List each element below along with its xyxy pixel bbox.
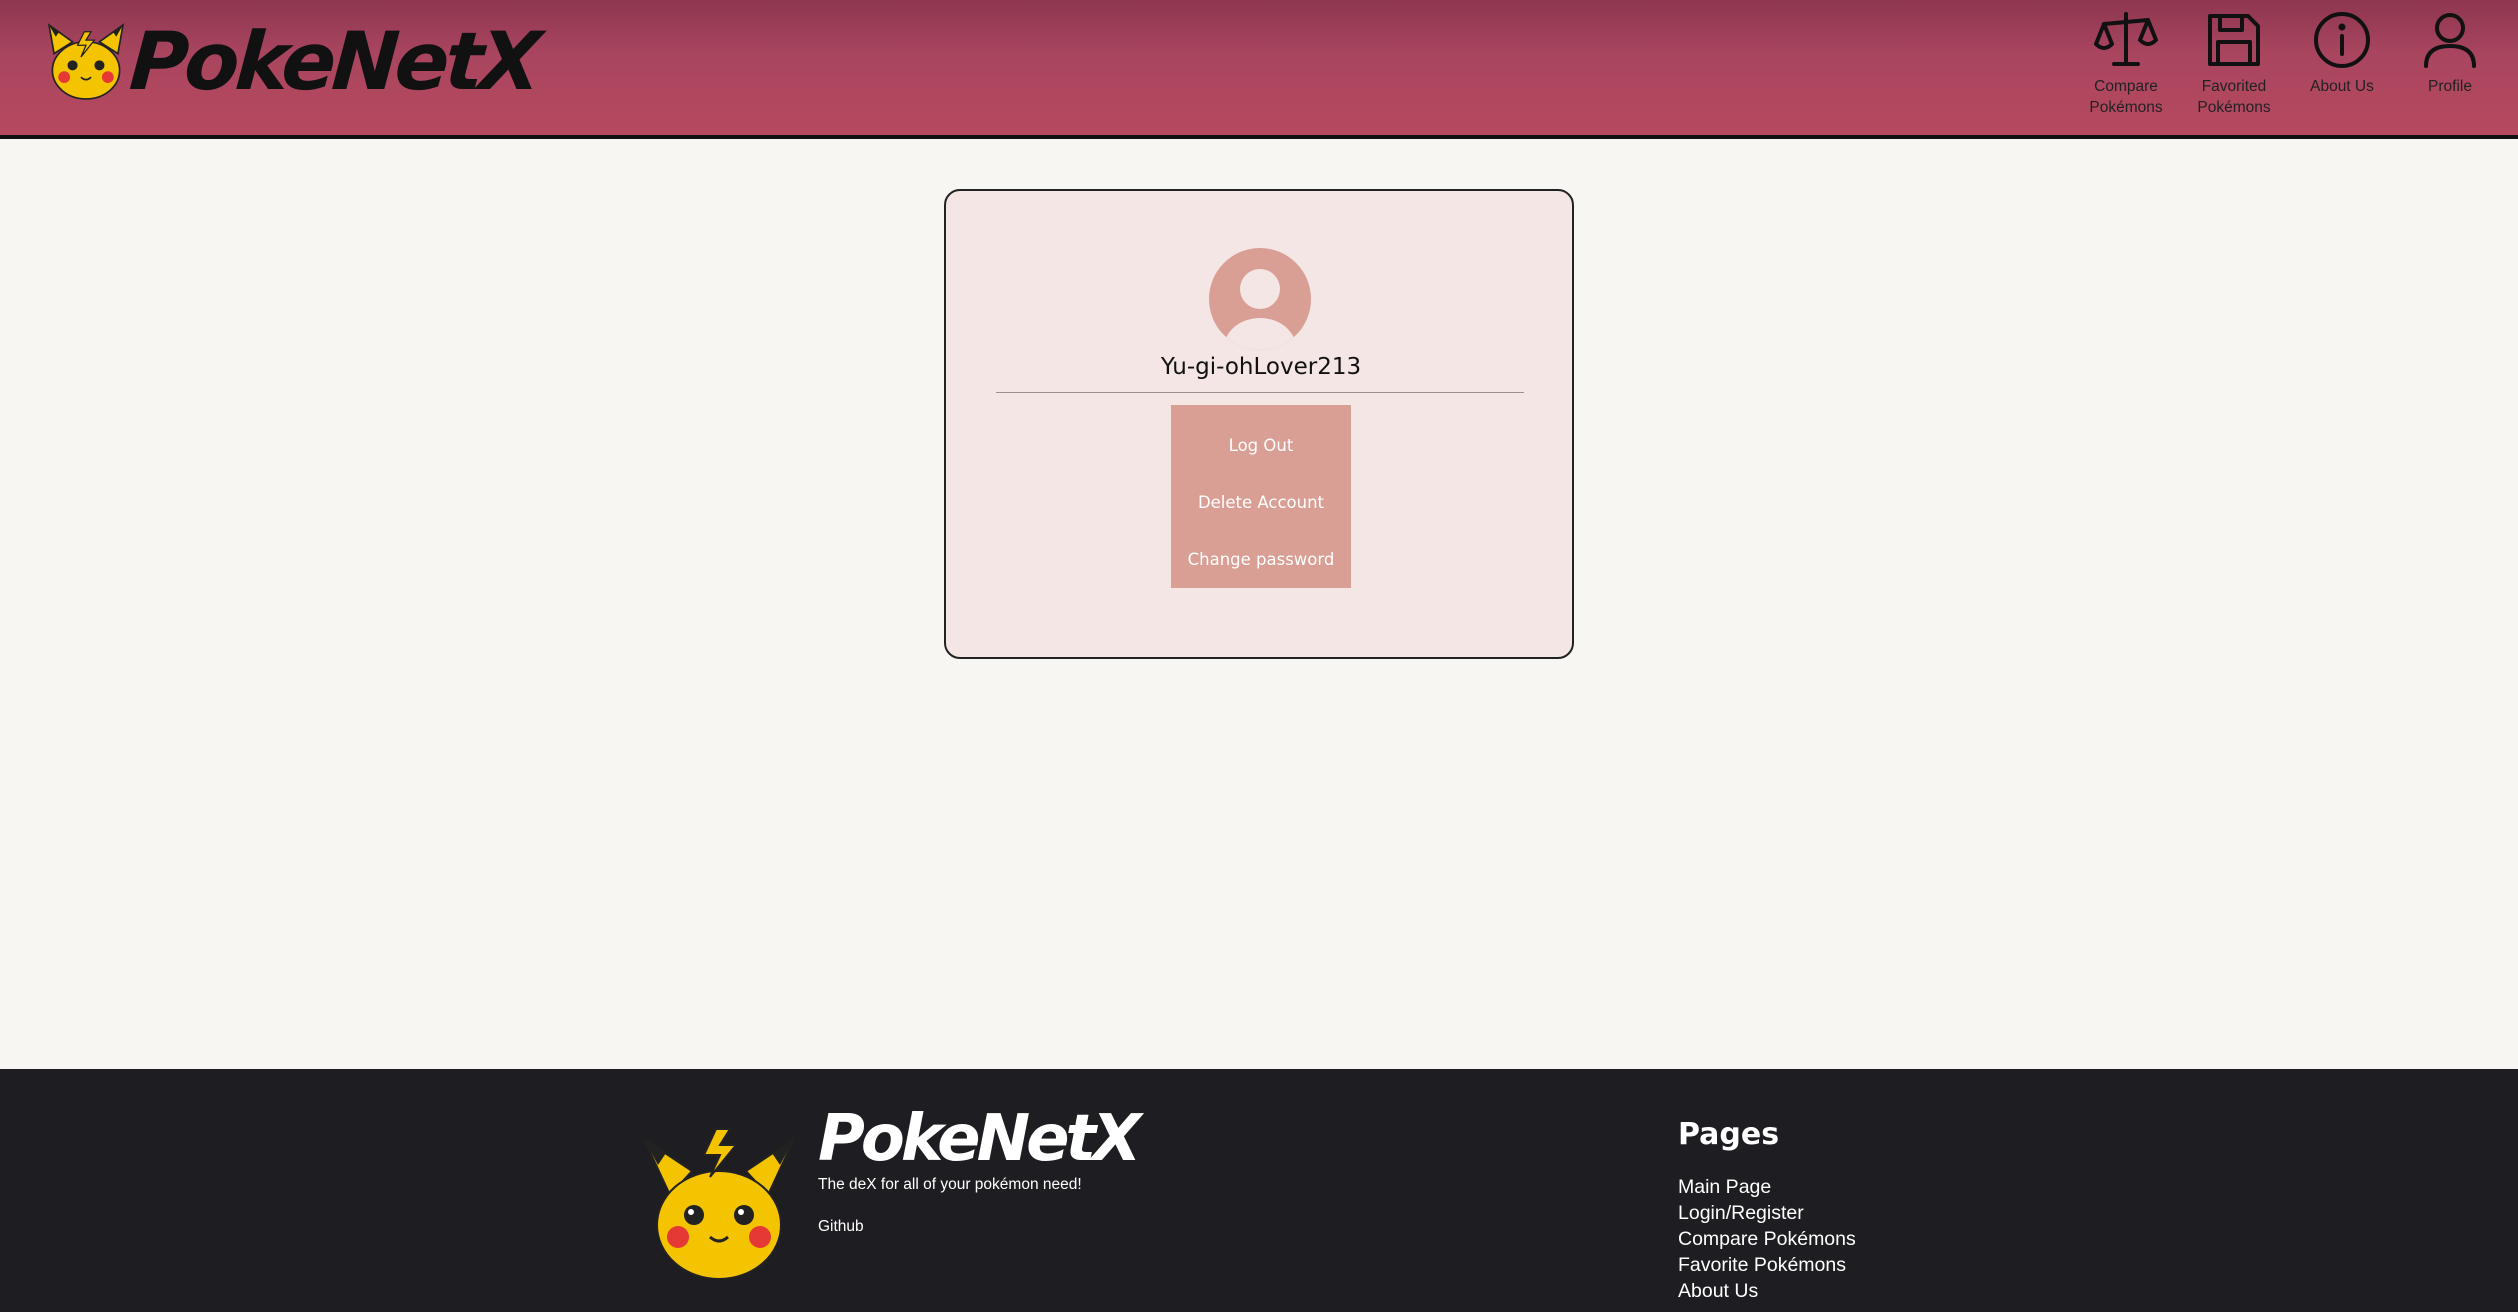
- nav-about-us[interactable]: About Us: [2288, 8, 2396, 118]
- scale-icon: [2094, 12, 2158, 66]
- footer-link-about-us[interactable]: About Us: [1678, 1278, 1856, 1304]
- footer-link-compare[interactable]: Compare Pokémons: [1678, 1226, 1856, 1252]
- footer-link-login-register[interactable]: Login/Register: [1678, 1200, 1856, 1226]
- pikachu-logo-icon: [47, 23, 125, 100]
- nav-label: About Us: [2310, 78, 2374, 95]
- profile-card: Yu-gi-ohLover213 Log Out Delete Account …: [944, 189, 1574, 659]
- brand-name: PokeNetX: [126, 15, 541, 108]
- footer-pages-heading: Pages: [1678, 1117, 1780, 1152]
- logout-button[interactable]: Log Out: [1171, 417, 1351, 474]
- footer-tagline: The deX for all of your pokémon need!: [818, 1176, 1082, 1193]
- avatar-icon: [1209, 248, 1311, 350]
- profile-actions: Log Out Delete Account Change password: [1171, 405, 1351, 588]
- nav-label: Favorited Pokémons: [2197, 78, 2271, 116]
- pikachu-logo-icon: [641, 1128, 797, 1280]
- divider: [996, 392, 1524, 393]
- info-icon: [2314, 12, 2370, 68]
- footer-link-favorites[interactable]: Favorite Pokémons: [1678, 1252, 1856, 1278]
- user-icon: [2424, 13, 2476, 68]
- save-icon: [2208, 14, 2260, 66]
- footer-links: Main Page Login/Register Compare Pokémon…: [1678, 1174, 1856, 1304]
- change-password-button[interactable]: Change password: [1171, 531, 1351, 588]
- footer-github-link[interactable]: Github: [818, 1218, 864, 1236]
- top-navbar: PokeNetX Compare Pokémons Favorited Poké…: [0, 0, 2518, 139]
- main-nav: Compare Pokémons Favorited Pokémons Abou…: [2072, 8, 2504, 118]
- nav-compare-pokemons[interactable]: Compare Pokémons: [2072, 8, 2180, 118]
- delete-account-button[interactable]: Delete Account: [1171, 474, 1351, 531]
- nav-profile[interactable]: Profile: [2396, 8, 2504, 118]
- nav-label: Profile: [2428, 78, 2472, 95]
- footer: PokeNetX The deX for all of your pokémon…: [0, 1069, 2518, 1312]
- profile-username: Yu-gi-ohLover213: [1160, 354, 1362, 380]
- nav-label: Compare Pokémons: [2089, 78, 2163, 116]
- footer-link-main-page[interactable]: Main Page: [1678, 1174, 1856, 1200]
- footer-brand-name: PokeNetX: [818, 1102, 1141, 1176]
- nav-favorited-pokemons[interactable]: Favorited Pokémons: [2180, 8, 2288, 118]
- brand-logo[interactable]: PokeNetX: [44, 15, 541, 108]
